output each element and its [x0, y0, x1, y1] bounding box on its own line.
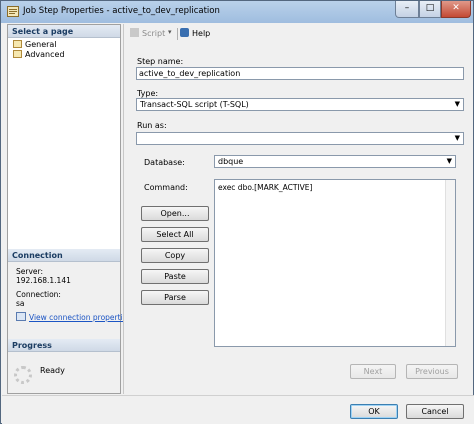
- dialog-button-bar: OK Cancel: [2, 395, 474, 424]
- page-item-advanced[interactable]: Advanced: [13, 50, 65, 60]
- next-button[interactable]: Next: [350, 364, 396, 379]
- maximize-icon: □: [425, 3, 435, 13]
- minimize-button[interactable]: –: [395, 1, 419, 18]
- step-name-label: Step name:: [137, 57, 184, 66]
- chevron-down-icon: ▼: [454, 134, 460, 142]
- help-label: Help: [192, 29, 211, 38]
- right-panel: Script ▾ Help Step name: active_to_dev_r…: [123, 24, 469, 394]
- help-icon: [180, 28, 189, 37]
- open-button[interactable]: Open...: [141, 206, 209, 221]
- previous-button[interactable]: Previous: [406, 364, 458, 379]
- server-label: Server:: [16, 267, 43, 276]
- select-all-button[interactable]: Select All: [141, 227, 209, 242]
- toolbar-separator: [177, 28, 178, 40]
- maximize-button[interactable]: □: [419, 1, 441, 18]
- page-item-label: Advanced: [25, 50, 65, 59]
- script-label: Script: [142, 29, 166, 38]
- run-as-label: Run as:: [137, 121, 167, 130]
- step-name-input[interactable]: active_to_dev_replication: [136, 67, 464, 80]
- chevron-down-icon: ▼: [454, 100, 460, 108]
- close-button[interactable]: ✕: [441, 1, 471, 18]
- progress-section: Ready: [8, 352, 120, 393]
- progress-status: Ready: [40, 366, 65, 375]
- server-value: 192.168.1.141: [16, 276, 71, 285]
- database-select-value: dbque: [218, 157, 244, 166]
- type-label: Type:: [137, 89, 159, 98]
- title-bar[interactable]: Job Step Properties - active_to_dev_repl…: [1, 1, 473, 23]
- job-step-properties-window: Job Step Properties - active_to_dev_repl…: [0, 0, 474, 424]
- select-page-header: Select a page: [8, 25, 120, 38]
- window-app-icon: [7, 6, 19, 17]
- connection-label: Connection:: [16, 290, 61, 299]
- page-icon: [13, 50, 22, 58]
- page-icon: [13, 40, 22, 48]
- database-select[interactable]: dbque ▼: [214, 155, 456, 168]
- cancel-button[interactable]: Cancel: [406, 404, 464, 419]
- paste-button[interactable]: Paste: [141, 269, 209, 284]
- ok-button[interactable]: OK: [350, 404, 398, 419]
- database-label: Database:: [144, 158, 185, 167]
- page-item-general[interactable]: General: [13, 40, 57, 50]
- left-panel: Select a page General Advanced Connectio…: [7, 24, 131, 394]
- chevron-down-icon: ▼: [446, 157, 452, 165]
- connection-header: Connection: [8, 249, 120, 262]
- progress-header: Progress: [8, 339, 120, 352]
- help-button[interactable]: Help: [180, 28, 210, 38]
- progress-spinner-icon: [14, 366, 32, 384]
- view-connection-properties-label: View connection properties: [29, 313, 132, 322]
- parse-button[interactable]: Parse: [141, 290, 209, 305]
- command-textarea[interactable]: exec dbo.[MARK_ACTIVE]: [214, 179, 456, 347]
- command-scrollbar[interactable]: [445, 180, 455, 346]
- script-dropdown-icon[interactable]: ▾: [168, 28, 172, 36]
- minimize-icon: –: [404, 3, 410, 13]
- script-icon: [130, 28, 139, 37]
- connection-properties-icon: [16, 312, 26, 321]
- page-item-label: General: [25, 40, 57, 49]
- copy-button[interactable]: Copy: [141, 248, 209, 263]
- run-as-select[interactable]: ▼: [136, 132, 464, 145]
- script-button[interactable]: Script: [130, 28, 165, 38]
- type-select-value: Transact-SQL script (T-SQL): [140, 100, 249, 109]
- toolbar: Script ▾ Help: [124, 24, 470, 44]
- view-connection-properties-link[interactable]: View connection properties: [16, 312, 131, 322]
- type-select[interactable]: Transact-SQL script (T-SQL) ▼: [136, 98, 464, 111]
- connection-value: sa: [16, 299, 25, 308]
- close-icon: ✕: [452, 3, 460, 13]
- command-text: exec dbo.[MARK_ACTIVE]: [218, 183, 313, 192]
- window-title: Job Step Properties - active_to_dev_repl…: [23, 6, 220, 16]
- command-label: Command:: [144, 183, 188, 192]
